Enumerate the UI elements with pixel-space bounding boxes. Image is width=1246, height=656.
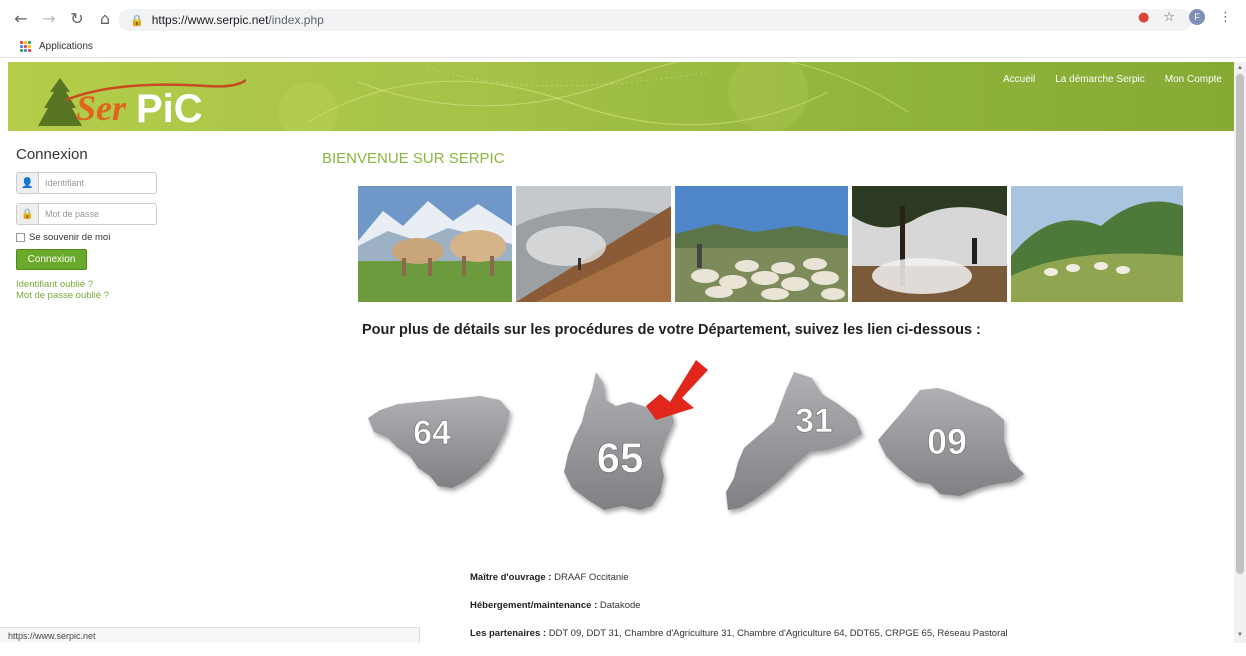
address-bar[interactable]: 🔒 https://www.serpic.net/index.php [118, 9, 1192, 31]
login-title: Connexion [16, 146, 88, 163]
bookmarks-bar: Applications [0, 36, 1246, 58]
nav-link-mon-compte[interactable]: Mon Compte [1165, 74, 1222, 85]
top-navigation: Accueil La démarche Serpic Mon Compte [1003, 74, 1222, 85]
remember-me[interactable]: Se souvenir de moi [16, 232, 176, 243]
browser-status-bar: https://www.serpic.net [0, 627, 420, 643]
user-icon: 👤 [17, 173, 39, 193]
department-65-label: 65 [597, 434, 644, 481]
footer-hosting: Hébergement/maintenance : Datakode [470, 600, 641, 611]
department-31-link[interactable]: 31 [726, 372, 862, 510]
url-text: https://www.serpic.net/index.php [151, 13, 324, 27]
site-header: Ser PiC Accueil La démarche Serpic Mon C… [8, 62, 1234, 131]
nav-link-demarche[interactable]: La démarche Serpic [1055, 74, 1145, 85]
lock-icon: 🔒 [130, 14, 144, 27]
scroll-down-arrow-icon[interactable]: ▼ [1237, 632, 1243, 638]
login-panel: Connexion 👤 🔒 Se souvenir de moi Connexi… [16, 146, 176, 301]
home-icon[interactable]: ⌂ [94, 7, 116, 29]
remember-me-checkbox[interactable] [16, 233, 25, 242]
menu-dots-icon[interactable]: ⋮ [1219, 10, 1232, 25]
photo-sheep-flock [675, 186, 848, 302]
apps-bookmark[interactable]: Applications [39, 41, 93, 52]
photo-valley-goats [1011, 186, 1183, 302]
nav-link-accueil[interactable]: Accueil [1003, 74, 1035, 85]
password-group: 🔒 [16, 203, 157, 225]
page-title: BIENVENUE SUR SERPIC [322, 150, 505, 167]
highlight-arrow-icon [646, 360, 708, 420]
back-arrow-icon[interactable]: ← [10, 7, 32, 29]
department-64-link[interactable]: 64 [368, 396, 510, 488]
scroll-thumb[interactable] [1236, 74, 1244, 574]
username-group: 👤 [16, 172, 157, 194]
username-input[interactable] [39, 173, 155, 193]
lock-icon: 🔒 [17, 204, 39, 224]
forgot-password-link[interactable]: Mot de passe oublié ? [16, 290, 176, 301]
photo-tree-burning [852, 186, 1007, 302]
department-65-link[interactable]: 65 [564, 372, 674, 510]
department-map-links: 64 65 31 09 [368, 360, 1024, 510]
departments-caption: Pour plus de détails sur les procédures … [362, 322, 981, 338]
page-footer: Maître d'ouvrage : DRAAF Occitanie Héber… [470, 572, 1008, 656]
scroll-up-arrow-icon[interactable]: ▲ [1237, 65, 1243, 71]
extension-icon[interactable]: ● [1138, 10, 1149, 25]
department-31-label: 31 [795, 402, 833, 440]
svg-text:PiC: PiC [136, 87, 203, 128]
star-icon[interactable]: ☆ [1163, 10, 1175, 25]
serpic-logo[interactable]: Ser PiC [26, 70, 246, 128]
password-input[interactable] [39, 204, 155, 224]
department-64-label: 64 [413, 414, 451, 452]
department-09-link[interactable]: 09 [878, 388, 1024, 496]
footer-partners: Les partenaires : DDT 09, DDT 31, Chambr… [470, 628, 1008, 639]
apps-grid-icon[interactable] [20, 41, 31, 52]
photo-cows-mountains [358, 186, 512, 302]
forward-arrow-icon[interactable]: → [38, 7, 60, 29]
browser-toolbar: ← → ↻ ⌂ 🔒 https://www.serpic.net/index.p… [0, 0, 1246, 36]
forgot-username-link[interactable]: Identifiant oublié ? [16, 279, 176, 290]
browser-actions: ● ☆ F ⋮ [1138, 9, 1232, 25]
svg-text:Ser: Ser [76, 88, 127, 128]
reload-icon[interactable]: ↻ [66, 7, 88, 29]
department-09-label: 09 [927, 421, 967, 462]
page-scrollbar[interactable]: ▲ ▼ [1234, 62, 1246, 643]
photo-strip [358, 186, 1183, 302]
photo-hillside-fire [516, 186, 671, 302]
footer-owner: Maître d'ouvrage : DRAAF Occitanie [470, 572, 629, 583]
login-button[interactable]: Connexion [16, 249, 87, 270]
remember-me-label: Se souvenir de moi [29, 232, 111, 243]
profile-avatar[interactable]: F [1189, 9, 1205, 25]
